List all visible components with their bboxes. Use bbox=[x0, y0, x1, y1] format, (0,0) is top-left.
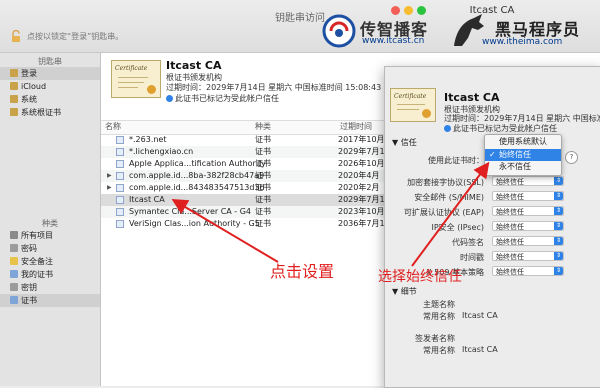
annotation-click-setting: 点击设置 bbox=[270, 262, 335, 281]
annotation-select-always-trust: 选择始终信任 bbox=[378, 269, 462, 285]
annotation-arrows bbox=[171, 161, 490, 267]
